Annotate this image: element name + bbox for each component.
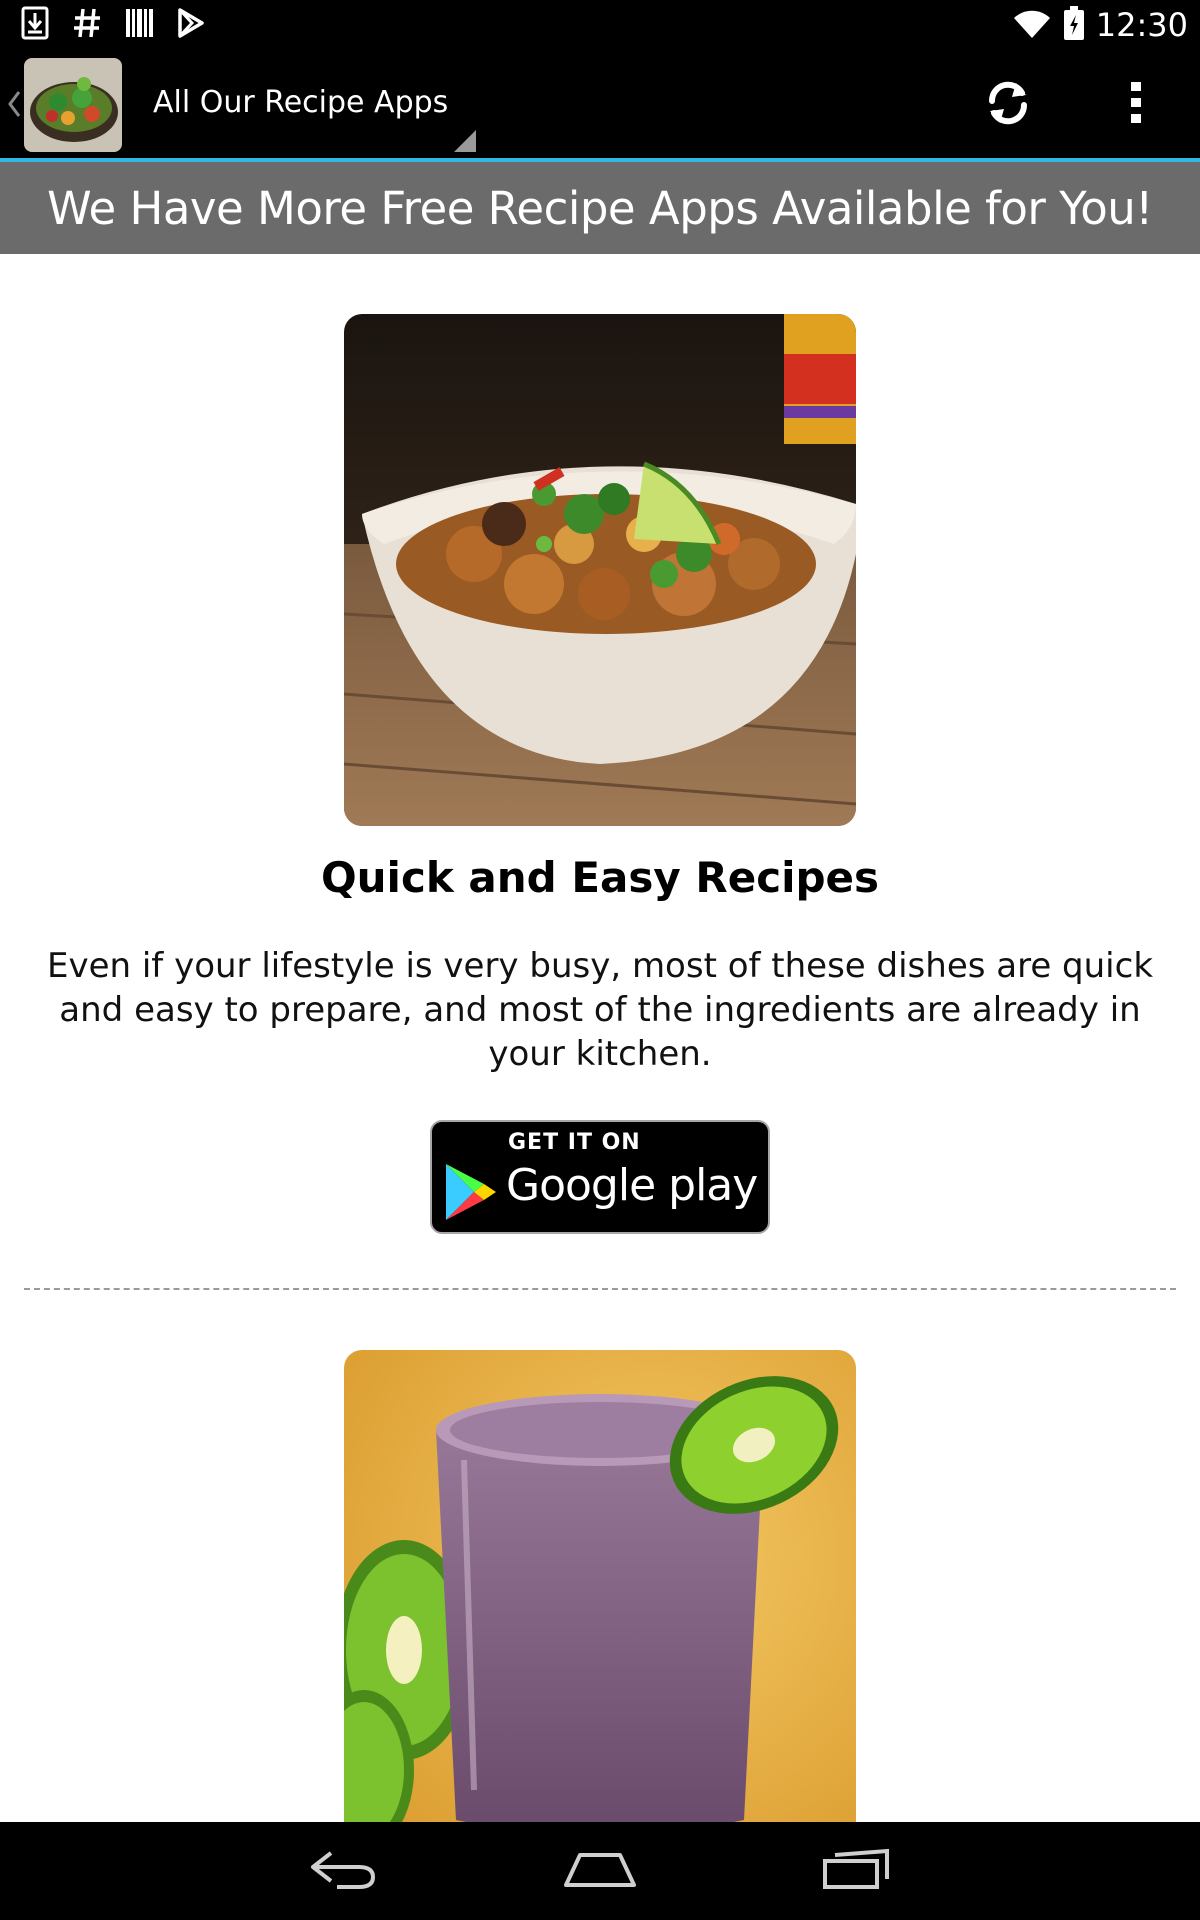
smoothie-image[interactable] [344, 1350, 856, 1822]
refresh-button[interactable] [965, 72, 1051, 138]
home-icon [562, 1847, 638, 1895]
promo-banner: We Have More Free Recipe Apps Available … [0, 162, 1200, 254]
status-bar: 12:30 [0, 0, 1200, 50]
system-icons: 12:30 [1012, 4, 1188, 46]
google-play-logo-icon [444, 1162, 498, 1222]
app-icon[interactable] [24, 58, 122, 152]
action-bar-title[interactable]: All Our Recipe Apps [153, 82, 448, 124]
refresh-icon [982, 77, 1034, 133]
app-title: Quick and Easy Recipes [320, 853, 880, 902]
overflow-menu-icon [1129, 80, 1143, 130]
battery-icon [1062, 5, 1086, 45]
up-chevron-icon[interactable] [4, 86, 24, 122]
navigation-bar [0, 1822, 1200, 1920]
badge-google-play: Google play [506, 1160, 758, 1211]
clock: 12:30 [1095, 6, 1188, 44]
screen: 12:30 All Our Recipe Apps We Have More F… [0, 0, 1200, 1920]
recents-icon [821, 1847, 893, 1895]
app-description: Even if your lifestyle is very busy, mos… [46, 946, 1154, 1074]
back-icon [307, 1847, 379, 1895]
app-list[interactable]: Quick and Easy Recipes Even if your life… [0, 254, 1200, 1822]
recents-button[interactable] [802, 1836, 912, 1906]
play-store-icon [176, 6, 206, 44]
barcode-icon [124, 6, 154, 44]
banner-text: We Have More Free Recipe Apps Available … [47, 181, 1153, 235]
dashed-divider [24, 1288, 1176, 1290]
action-bar: All Our Recipe Apps [0, 50, 1200, 158]
wifi-icon [1012, 6, 1052, 44]
back-button[interactable] [288, 1836, 398, 1906]
google-play-badge-button[interactable]: GET IT ON Google play [430, 1120, 770, 1234]
curry-bowl-image[interactable] [344, 314, 856, 826]
hashtag-icon [72, 6, 102, 44]
download-icon [20, 6, 50, 44]
badge-get-it-on: GET IT ON [508, 1130, 641, 1155]
spinner-triangle-icon[interactable] [452, 128, 478, 154]
home-button[interactable] [545, 1836, 655, 1906]
overflow-menu-button[interactable] [1108, 72, 1164, 138]
notification-icons [20, 6, 206, 44]
